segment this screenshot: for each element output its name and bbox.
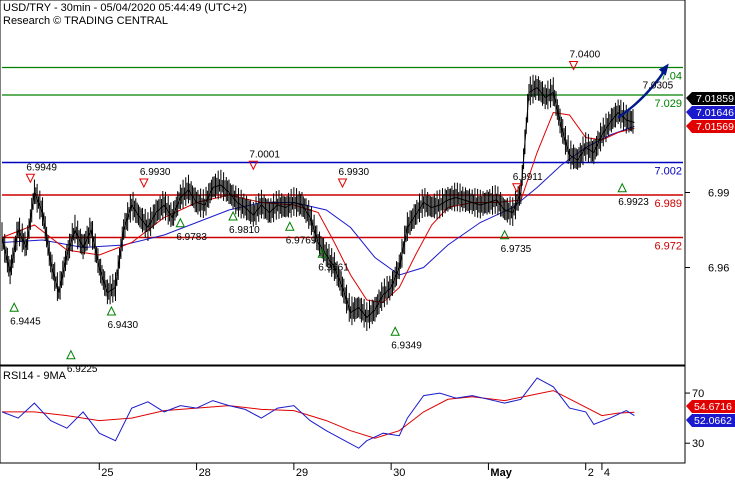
annotation-label: 6.9430 <box>107 320 138 331</box>
chart-stage: USD/TRY - 30min - 05/04/2020 05:44:49 (U… <box>0 0 735 480</box>
chart-title: USD/TRY - 30min - 05/04/2020 05:44:49 (U… <box>3 2 247 14</box>
level-label-resistance: 7.029 <box>654 98 682 110</box>
x-tick-label: 2 <box>588 467 594 479</box>
annotation-label: 6.9225 <box>67 364 98 375</box>
annotation-label: 6.9911 <box>513 172 543 183</box>
annotation-label: 6.9949 <box>26 162 57 173</box>
price-y-tick-label: 6.99 <box>708 188 729 200</box>
annotation-label: 6.9930 <box>140 167 171 178</box>
annotation-label: 6.9349 <box>391 340 422 351</box>
price-tag-label: 7.01859 <box>696 93 734 105</box>
annotation-label: 6.9445 <box>10 316 41 327</box>
level-label-support: 6.972 <box>654 241 682 253</box>
annotation-label: 7.0400 <box>570 50 601 61</box>
annotation-label: 6.9923 <box>618 197 649 208</box>
rsi-value-tag-label: 54.6716 <box>694 401 732 413</box>
price-tag-label: 7.01646 <box>696 107 734 119</box>
annotation-label: 6.9735 <box>501 244 532 255</box>
chart-canvas: USD/TRY - 30min - 05/04/2020 05:44:49 (U… <box>0 0 735 479</box>
chart-subtitle: Research © TRADING CENTRAL <box>3 15 168 27</box>
x-tick-label: May <box>490 467 512 479</box>
x-tick-label: 30 <box>393 467 405 479</box>
annotation-label: 6.9930 <box>339 167 370 178</box>
rsi-y-tick-label: 30 <box>692 438 704 450</box>
annotation-label: 6.9661 <box>318 262 349 273</box>
price-tag-label: 7.01569 <box>696 121 734 133</box>
x-tick-label: 29 <box>296 467 308 479</box>
x-tick-label: 25 <box>101 467 113 479</box>
level-label-support: 6.989 <box>654 198 682 210</box>
rsi-value-tag-label: 52.0662 <box>694 415 732 427</box>
price-y-tick-label: 6.96 <box>708 263 729 275</box>
x-tick-label: 4 <box>604 467 610 479</box>
x-tick-label: 28 <box>199 467 211 479</box>
annotation-label: 6.9769 <box>286 235 317 246</box>
level-label-pivot: 7.002 <box>654 166 682 178</box>
annotation-label: 7.0001 <box>249 149 280 160</box>
annotation-label: 6.9783 <box>176 232 207 243</box>
annotation-label: 6.9810 <box>229 225 260 236</box>
rsi-y-tick-label: 70 <box>692 388 704 400</box>
annotation-label: 7.0305 <box>643 80 674 91</box>
rsi-title: RSI14 - 9MA <box>3 370 67 382</box>
rsi-panel-frame <box>0 365 686 464</box>
x-axis: 25 28 29 30 May 2 4 <box>98 463 610 479</box>
